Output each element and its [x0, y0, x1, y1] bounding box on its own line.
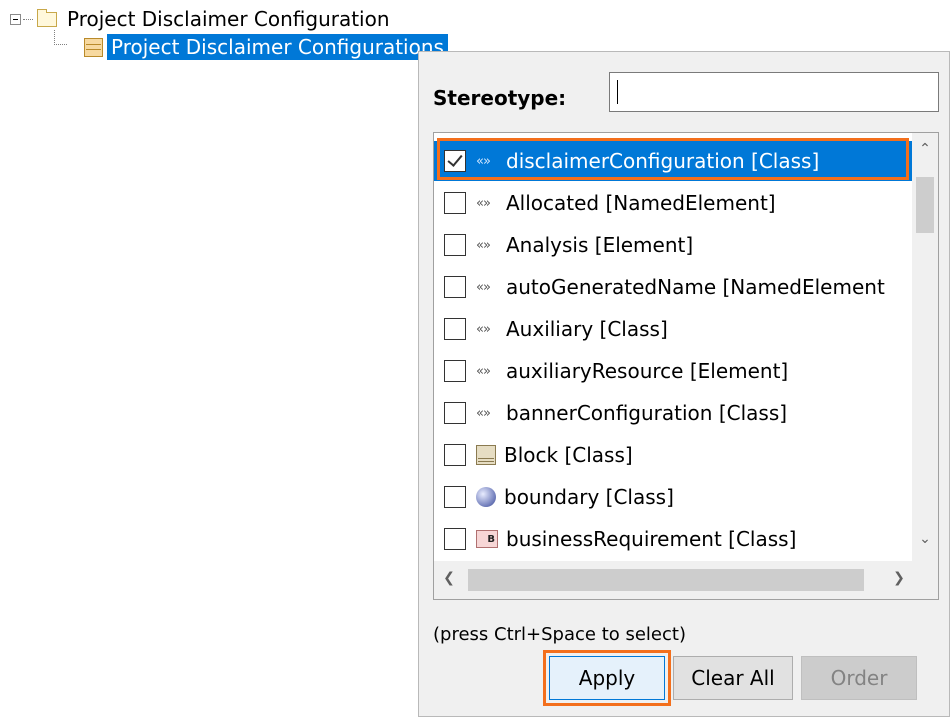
list-item[interactable]: BbusinessRequirement [Class] — [434, 519, 912, 559]
sphere-icon — [476, 487, 496, 507]
scroll-down-icon[interactable]: ⌄ — [912, 531, 938, 547]
vertical-scroll-thumb[interactable] — [916, 177, 934, 233]
list-item[interactable]: «» Auxiliary [Class] — [434, 309, 912, 349]
stereotype-icon: «» — [476, 195, 491, 211]
selection-hint: (press Ctrl+Space to select) — [433, 624, 686, 645]
list-item[interactable]: «» disclaimerConfiguration [Class] — [434, 141, 912, 181]
scroll-left-icon[interactable]: ❮ — [436, 570, 462, 586]
order-button[interactable]: Order — [801, 656, 917, 700]
item-label: autoGeneratedName [NamedElement — [506, 275, 885, 299]
item-label: bannerConfiguration [Class] — [506, 401, 788, 425]
stereotype-icon: «» — [476, 363, 491, 379]
stereotype-icon: «» — [476, 321, 491, 337]
folder-icon — [37, 8, 57, 27]
stereotype-search-input[interactable] — [609, 72, 939, 112]
item-checkbox[interactable] — [444, 318, 466, 340]
list-item[interactable]: «» autoGeneratedName [NamedElement — [434, 267, 912, 307]
stereotype-icon: «» — [476, 153, 491, 169]
tree-child-row[interactable]: Project Disclaimer Configurations — [2, 34, 448, 60]
scrollbar-corner — [912, 561, 938, 599]
item-label: Allocated [NamedElement] — [506, 191, 776, 215]
list-item[interactable]: «» bannerConfiguration [Class] — [434, 393, 912, 433]
item-label: boundary [Class] — [504, 485, 674, 509]
stereotype-list[interactable]: «» disclaimerConfiguration [Class] «» Alloc… — [433, 132, 939, 600]
stereotype-icon: «» — [476, 237, 491, 253]
stereotype-label: Stereotype: — [433, 86, 567, 110]
item-checkbox[interactable] — [444, 234, 466, 256]
horizontal-scroll-thumb[interactable] — [468, 569, 864, 591]
horizontal-scrollbar[interactable]: ❮ ❯ — [434, 561, 912, 599]
list-item[interactable]: «» auxiliaryResource [Element] — [434, 351, 912, 391]
block-icon — [476, 445, 496, 465]
item-label: auxiliaryResource [Element] — [506, 359, 789, 383]
item-label: Block [Class] — [504, 443, 633, 467]
tree-child-label[interactable]: Project Disclaimer Configurations — [107, 34, 448, 60]
list-item[interactable]: boundary [Class] — [434, 477, 912, 517]
apply-button[interactable]: Apply — [549, 656, 665, 700]
list-item[interactable]: «» Analysis [Element] — [434, 225, 912, 265]
stereotype-popup: Stereotype: «» disclaimerConfiguration [C… — [418, 51, 950, 717]
collapse-icon[interactable] — [10, 13, 21, 25]
item-checkbox[interactable] — [444, 486, 466, 508]
tree-connector — [23, 18, 33, 20]
vertical-scrollbar[interactable]: ⌃ ⌄ — [912, 133, 938, 561]
clear-all-button[interactable]: Clear All — [673, 656, 793, 700]
item-checkbox[interactable] — [444, 402, 466, 424]
item-checkbox[interactable] — [444, 192, 466, 214]
stereotype-icon: «» — [476, 279, 491, 295]
item-checkbox[interactable] — [444, 444, 466, 466]
item-label: Auxiliary [Class] — [506, 317, 668, 341]
item-checkbox[interactable] — [444, 360, 466, 382]
stereotype-icon: «» — [476, 405, 491, 421]
item-label: Analysis [Element] — [506, 233, 694, 257]
requirement-icon: B — [476, 530, 498, 548]
item-checkbox[interactable] — [444, 528, 466, 550]
tree-root-label: Project Disclaimer Configuration — [67, 7, 390, 31]
scroll-up-icon[interactable]: ⌃ — [912, 141, 938, 157]
item-checkbox[interactable] — [444, 276, 466, 298]
list-item[interactable]: «» Allocated [NamedElement] — [434, 183, 912, 223]
text-caret — [617, 80, 618, 104]
item-label: businessRequirement [Class] — [506, 527, 797, 551]
item-label: disclaimerConfiguration [Class] — [502, 149, 820, 173]
scroll-right-icon[interactable]: ❯ — [886, 570, 912, 586]
list-item[interactable]: Block [Class] — [434, 435, 912, 475]
tree-root-row[interactable]: Project Disclaimer Configuration — [2, 6, 390, 32]
item-checkbox[interactable] — [444, 150, 466, 172]
block-icon — [84, 37, 103, 57]
